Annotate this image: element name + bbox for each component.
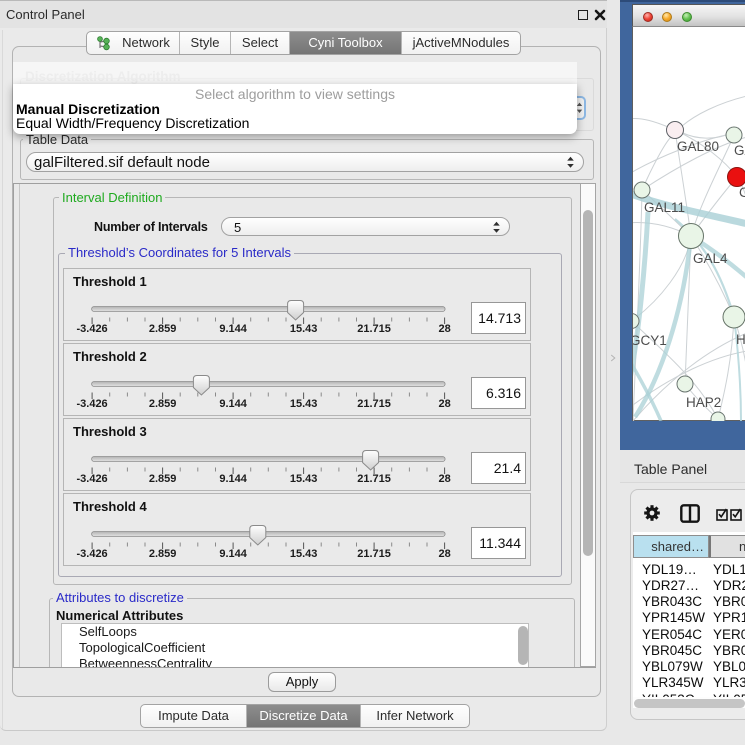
- svg-text:GA: GA: [734, 143, 745, 158]
- svg-text:HAP2: HAP2: [686, 395, 721, 410]
- svg-text:21.715: 21.715: [357, 548, 391, 560]
- svg-text:21.715: 21.715: [357, 323, 391, 335]
- svg-text:15.43: 15.43: [290, 548, 318, 560]
- svg-text:-3.426: -3.426: [76, 473, 107, 485]
- svg-text:9.144: 9.144: [219, 473, 247, 485]
- svg-text:28: 28: [438, 548, 450, 560]
- svg-text:GAL4: GAL4: [693, 251, 728, 266]
- svg-text:28: 28: [438, 398, 450, 410]
- svg-text:15.43: 15.43: [290, 323, 318, 335]
- svg-text:15.43: 15.43: [290, 473, 318, 485]
- svg-text:21.715: 21.715: [357, 398, 391, 410]
- svg-text:-3.426: -3.426: [76, 398, 107, 410]
- svg-text:-3.426: -3.426: [76, 548, 107, 560]
- svg-text:15.43: 15.43: [290, 398, 318, 410]
- svg-text:9.144: 9.144: [219, 323, 247, 335]
- svg-text:2.859: 2.859: [149, 323, 177, 335]
- svg-text:28: 28: [438, 473, 450, 485]
- svg-text:-3.426: -3.426: [76, 323, 107, 335]
- svg-text:2.859: 2.859: [149, 398, 177, 410]
- svg-text:2.859: 2.859: [149, 548, 177, 560]
- svg-text:9.144: 9.144: [219, 548, 247, 560]
- svg-text:28: 28: [438, 323, 450, 335]
- svg-text:GCY1: GCY1: [633, 333, 667, 348]
- svg-text:C: C: [739, 185, 745, 200]
- svg-text:GAL80: GAL80: [677, 139, 719, 154]
- svg-text:9.144: 9.144: [219, 398, 247, 410]
- svg-text:2.859: 2.859: [149, 473, 177, 485]
- svg-text:H: H: [736, 332, 745, 347]
- svg-text:GAL11: GAL11: [644, 200, 685, 215]
- svg-text:21.715: 21.715: [357, 473, 391, 485]
